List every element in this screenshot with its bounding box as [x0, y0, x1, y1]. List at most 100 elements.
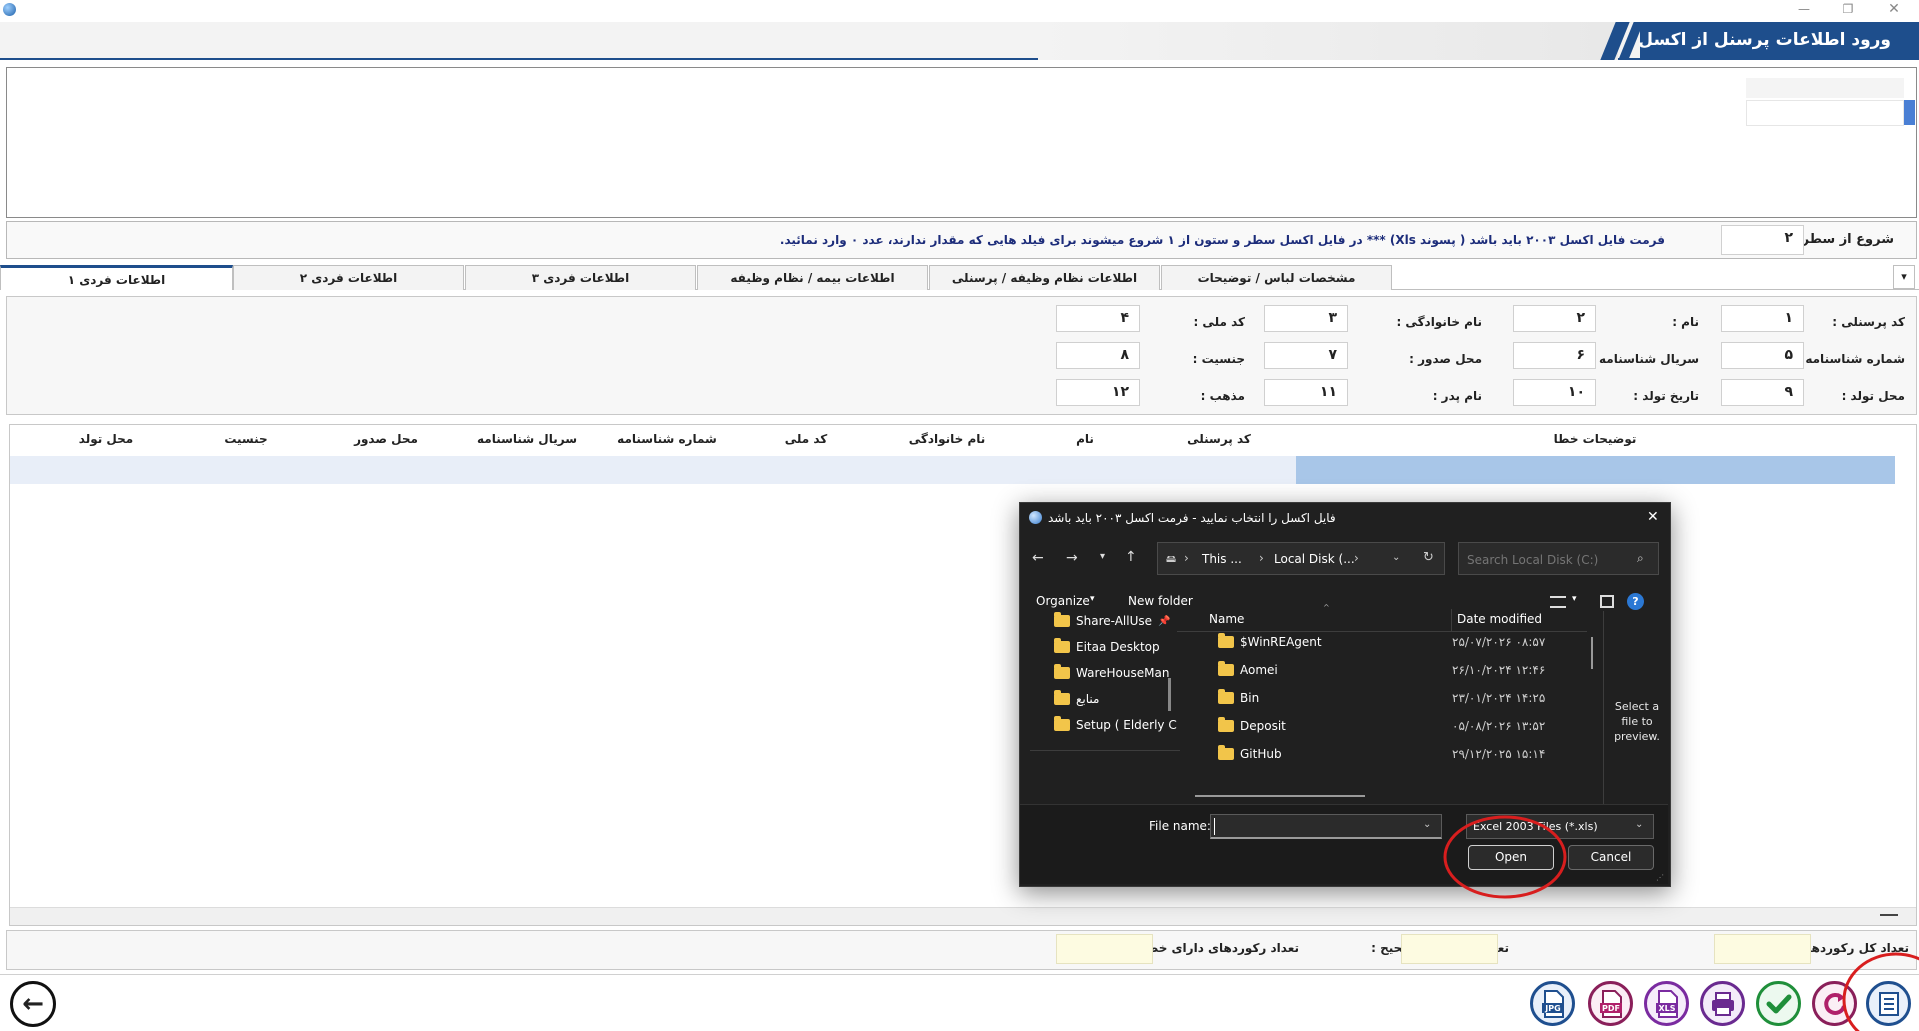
new-folder-button[interactable]: New folder	[1128, 594, 1193, 608]
label-first-name: نام :	[1672, 315, 1699, 329]
input-national-code[interactable]: ۴	[1056, 305, 1140, 332]
page-title: ورود اطلاعات پرسنل از اکسل	[1638, 30, 1891, 50]
breadcrumb-sep-icon: ›	[1259, 551, 1264, 565]
file-list-hscrollbar[interactable]	[1195, 795, 1365, 797]
nav-pane-bottom-line	[1030, 750, 1180, 751]
preview-pane-icon[interactable]	[1600, 595, 1614, 608]
toolbar-divider	[0, 974, 1919, 975]
search-box[interactable]: ⌕	[1458, 542, 1659, 575]
column-name-header[interactable]: Name	[1209, 612, 1244, 626]
breadcrumb-this-pc[interactable]: This ...	[1202, 552, 1242, 566]
label-id-number: شماره شناسنامه :	[1796, 352, 1905, 366]
organize-menu[interactable]: Organize	[1036, 594, 1090, 608]
file-list-scrollbar[interactable]	[1591, 637, 1593, 669]
file-name-input[interactable]: ⌄	[1210, 814, 1442, 839]
dialog-close-button[interactable]: ✕	[1647, 509, 1659, 525]
header-gradient	[1038, 22, 1618, 60]
tab-scroll-button[interactable]: ▾	[1893, 265, 1915, 289]
pin-icon: 📌	[1158, 615, 1171, 627]
search-input[interactable]	[1465, 550, 1629, 569]
confirm-button[interactable]	[1756, 981, 1801, 1026]
back-button[interactable]: ←	[10, 981, 56, 1027]
folder-icon	[1218, 717, 1234, 732]
tab-personal-1[interactable]: اطلاعات فردی ۱	[0, 265, 233, 290]
folder-icon	[1218, 661, 1234, 676]
forward-nav-icon[interactable]: →	[1066, 550, 1078, 566]
export-pdf-button[interactable]: PDF	[1588, 981, 1633, 1026]
list-item[interactable]: $WinREAgent ۲۵/۰۷/۲۰۲۶ ۰۸:۵۷	[1198, 629, 1568, 655]
grid-bottom-bar	[10, 907, 1916, 925]
top-panel-scrollbar[interactable]	[1904, 100, 1915, 125]
list-item[interactable]: Aomei ۲۶/۱۰/۲۰۲۴ ۱۲:۴۶	[1198, 657, 1568, 683]
nav-item-warehouseman[interactable]: WareHouseMan	[1054, 664, 1169, 680]
close-button[interactable]: ✕	[1880, 1, 1908, 19]
tab-military[interactable]: اطلاعات نظام وظیفه / پرسنلی	[929, 265, 1160, 290]
input-personnel-code[interactable]: ۱	[1721, 305, 1804, 332]
refresh-icon[interactable]: ↻	[1423, 550, 1434, 565]
input-birth-date[interactable]: ۱۰	[1513, 379, 1596, 406]
tab-personal-2[interactable]: اطلاعات فردی ۲	[233, 265, 464, 290]
column-date-header[interactable]: Date modified	[1457, 612, 1542, 626]
up-nav-icon[interactable]: ↑	[1125, 549, 1137, 565]
input-id-serial[interactable]: ۶	[1513, 342, 1596, 369]
file-name-dropdown-icon[interactable]: ⌄	[1423, 819, 1431, 830]
tab-insurance[interactable]: اطلاعات بیمه / نظام وظیفه	[697, 265, 928, 290]
jpg-file-icon: JPG	[1541, 989, 1564, 1018]
input-religion[interactable]: ۱۲	[1056, 379, 1140, 406]
table-row[interactable]	[10, 456, 1296, 484]
input-issue-place[interactable]: ۷	[1264, 342, 1348, 369]
print-button[interactable]	[1700, 981, 1745, 1026]
input-last-name[interactable]: ۳	[1264, 305, 1348, 332]
folder-icon	[1218, 689, 1234, 704]
tab-personal-3[interactable]: اطلاعات فردی ۳	[465, 265, 696, 290]
input-id-number[interactable]: ۵	[1721, 342, 1804, 369]
col-gender: جنسیت	[224, 432, 268, 446]
error-records-label: تعداد رکوردهای دارای خطا :	[1133, 941, 1299, 955]
nav-item-share-alluse[interactable]: Share-AllUse 📌	[1054, 612, 1171, 628]
address-bar[interactable]: 🖴 › This ... › Local Disk (... › ⌄ ↻	[1157, 542, 1445, 575]
address-dropdown-icon[interactable]: ⌄	[1392, 552, 1400, 563]
back-nav-icon[interactable]: ←	[1032, 550, 1044, 566]
grid-splitter[interactable]	[1880, 914, 1898, 916]
restore-button[interactable]: ❐	[1834, 2, 1862, 20]
dialog-title: فایل اکسل را انتخاب نمایید - فرمت اکسل ۲…	[1048, 511, 1336, 525]
input-first-name[interactable]: ۲	[1513, 305, 1596, 332]
folder-icon	[1218, 633, 1234, 648]
label-national-code: کد ملی :	[1193, 315, 1245, 329]
export-jpg-button[interactable]: JPG	[1530, 981, 1575, 1026]
col-error-desc: توضیحات خطا	[1553, 432, 1637, 446]
list-item[interactable]: Bin ۲۳/۰۱/۲۰۲۴ ۱۴:۲۵	[1198, 685, 1568, 711]
nav-pane-scrollbar[interactable]	[1168, 678, 1171, 711]
list-item[interactable]: Deposit ۰۵/۰۸/۲۰۲۶ ۱۳:۵۲	[1198, 713, 1568, 739]
app-icon	[3, 3, 16, 16]
folder-icon	[1054, 638, 1070, 653]
footer-panel	[6, 930, 1917, 970]
export-xls-button[interactable]: XLS	[1644, 981, 1689, 1026]
view-options-icon[interactable]	[1550, 596, 1566, 608]
arrow-left-icon: ←	[22, 989, 44, 1019]
label-personnel-code: کد پرسنلی :	[1832, 315, 1905, 329]
top-panel-field	[1746, 100, 1904, 126]
nav-item-sources[interactable]: منابع	[1054, 690, 1099, 706]
tab-clothing[interactable]: مشخصات لباس / توضیحات	[1161, 265, 1392, 290]
label-father-name: نام پدر :	[1432, 389, 1482, 403]
resize-grip-icon[interactable]: ⋰	[1656, 873, 1664, 882]
view-chevron-icon[interactable]: ▾	[1572, 594, 1577, 604]
nav-item-eitaa-desktop[interactable]: Eitaa Desktop	[1054, 638, 1160, 654]
label-birth-place: محل تولد :	[1841, 389, 1905, 403]
file-name-label: File name:	[1149, 819, 1211, 833]
cancel-button[interactable]: Cancel	[1568, 845, 1654, 870]
input-gender[interactable]: ۸	[1056, 342, 1140, 369]
breadcrumb-local-disk[interactable]: Local Disk (...	[1274, 552, 1355, 566]
input-father-name[interactable]: ۱۱	[1264, 379, 1348, 406]
help-icon[interactable]: ?	[1627, 593, 1644, 610]
recent-chevron-icon[interactable]: ▾	[1100, 551, 1105, 562]
input-birth-place[interactable]: ۹	[1721, 379, 1804, 406]
table-row-selected-cell[interactable]	[1296, 456, 1895, 484]
col-first-name: نام	[1076, 432, 1094, 446]
list-item[interactable]: GitHub ۲۹/۱۲/۲۰۲۵ ۱۵:۱۴	[1198, 741, 1568, 767]
dialog-app-icon	[1029, 511, 1042, 524]
start-row-input[interactable]: ۲	[1721, 225, 1804, 255]
nav-item-setup[interactable]: Setup ( Elderly C	[1054, 716, 1177, 732]
minimize-button[interactable]: —	[1790, 2, 1818, 20]
